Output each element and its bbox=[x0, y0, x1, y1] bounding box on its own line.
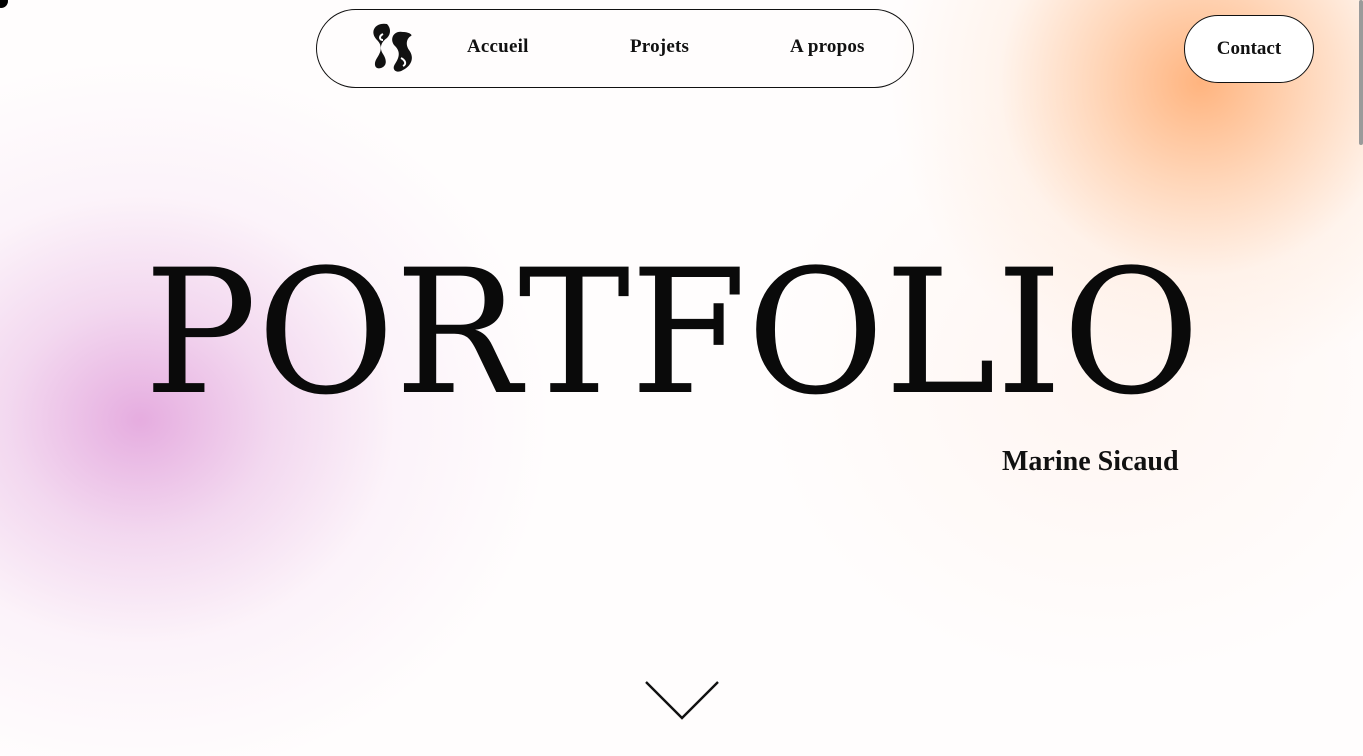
scrollbar[interactable] bbox=[1358, 0, 1363, 756]
pink-gradient-blob bbox=[0, 60, 550, 756]
chevron-down-icon[interactable] bbox=[644, 678, 720, 722]
contact-button[interactable]: Contact bbox=[1184, 15, 1314, 83]
scrollbar-thumb[interactable] bbox=[1359, 0, 1363, 145]
nav-item-accueil[interactable]: Accueil bbox=[467, 36, 529, 58]
corner-dot bbox=[0, 0, 8, 8]
nav-item-a-propos[interactable]: A propos bbox=[790, 36, 865, 58]
ss-monogram-icon[interactable] bbox=[365, 18, 421, 74]
author-name: Marine Sicaud bbox=[1002, 446, 1179, 477]
page: Accueil Projets A propos Contact PORTFOL… bbox=[0, 0, 1363, 756]
hero-title: PORTFOLIO bbox=[0, 248, 1363, 408]
main-nav: Accueil Projets A propos bbox=[316, 9, 914, 88]
hero-title-text: PORTFOLIO bbox=[144, 248, 1200, 408]
nav-item-projets[interactable]: Projets bbox=[630, 36, 689, 58]
